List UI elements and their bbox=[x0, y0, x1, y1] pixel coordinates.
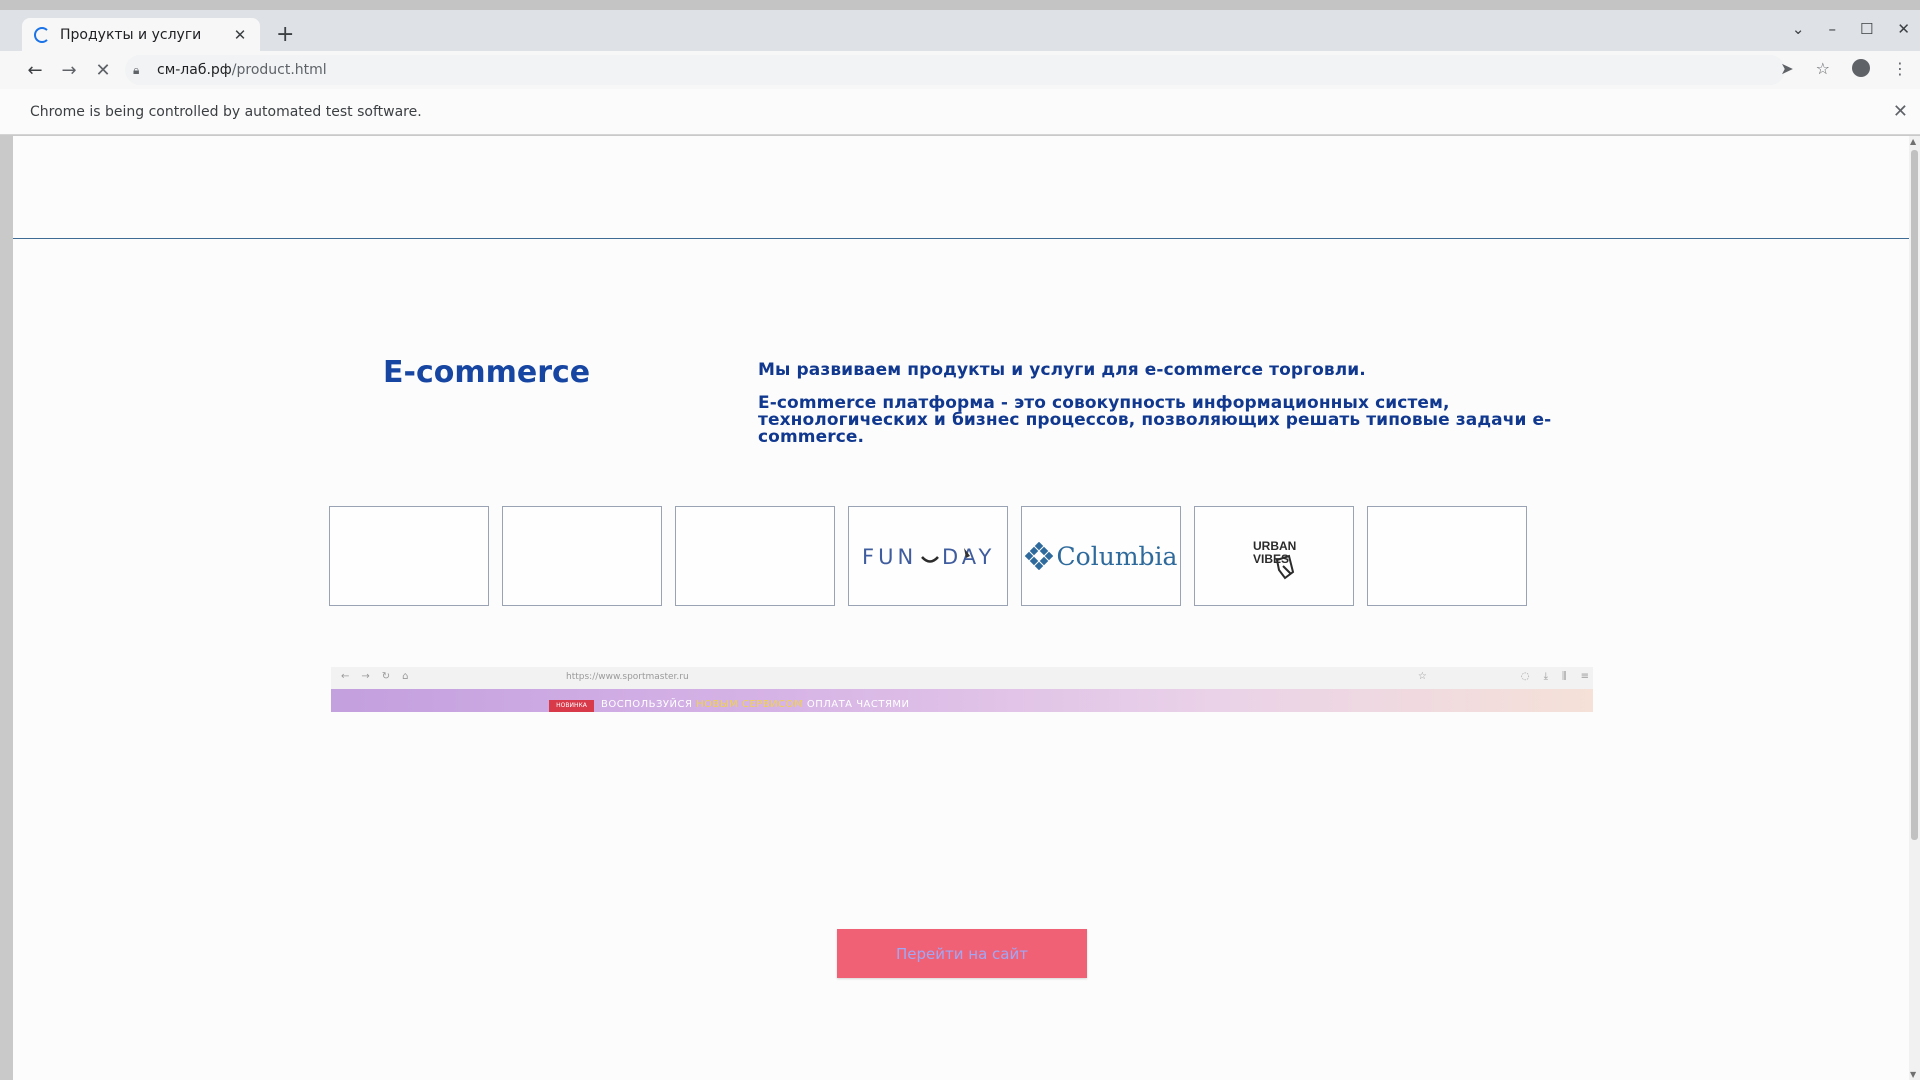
loading-spinner-icon bbox=[34, 26, 50, 43]
site-preview-screenshot: ← → ↻ ⌂ https://www.sportmaster.ru ☆ ◌ ⤓… bbox=[331, 667, 1593, 712]
banner-text-highlight: НОВЫМ СЕРВИСОМ bbox=[696, 699, 804, 710]
columbia-wordmark: Columbia bbox=[1056, 541, 1178, 571]
toolbar-actions: ➤ ☆ ⋮ bbox=[1780, 59, 1908, 78]
header-divider bbox=[13, 238, 1909, 239]
urban-vibes-logo: URBAN VIBES bbox=[1253, 539, 1296, 580]
browser-toolbar: ← → ✕ 🔒︎ см-лаб.рф/product.html ➤ ☆ ⋮ bbox=[0, 51, 1920, 89]
minimize-icon[interactable]: – bbox=[1828, 20, 1836, 38]
banner-text-part-2: ОПЛАТА ЧАСТЯМИ bbox=[803, 699, 910, 710]
close-window-icon[interactable]: ✕ bbox=[1897, 20, 1910, 38]
new-tab-icon[interactable]: + bbox=[276, 22, 294, 47]
tab-close-icon[interactable]: ✕ bbox=[230, 26, 250, 44]
preview-nav-icons: ← → ↻ ⌂ bbox=[341, 671, 409, 682]
brand-logo-urban-vibes[interactable]: URBAN VIBES bbox=[1194, 506, 1354, 606]
svg-text:DAY: DAY bbox=[942, 545, 995, 569]
columbia-logo: Columbia bbox=[1024, 541, 1178, 571]
scroll-down-icon[interactable]: ▼ bbox=[1910, 1070, 1916, 1079]
profile-avatar-icon[interactable] bbox=[1852, 59, 1870, 77]
svg-text:FUN: FUN bbox=[862, 545, 917, 569]
back-icon[interactable]: ← bbox=[18, 60, 52, 81]
svg-text:URBAN: URBAN bbox=[1253, 539, 1296, 553]
infobar-close-icon[interactable]: ✕ bbox=[1893, 101, 1908, 122]
page-scrollbar[interactable]: ▲ ▼ bbox=[1909, 136, 1920, 1080]
brand-logo-funday[interactable]: FUN DAY bbox=[848, 506, 1008, 606]
columbia-diamond-icon bbox=[1024, 542, 1053, 570]
maximize-icon[interactable]: ☐ bbox=[1860, 20, 1873, 38]
funday-logo: FUN DAY bbox=[862, 545, 995, 569]
tab-strip: Продукты и услуги ✕ + ⌄ – ☐ ✕ bbox=[0, 0, 1920, 51]
preview-reload-icon: ↻ bbox=[381, 671, 391, 682]
active-tab[interactable]: Продукты и услуги ✕ bbox=[22, 18, 260, 51]
description-line-1: Мы развиваем продукты и услуги для e-com… bbox=[758, 360, 1366, 380]
preview-promo-banner: НОВИНКА ВОСПОЛЬЗУЙСЯ НОВЫМ СЕРВИСОМ ОПЛА… bbox=[331, 689, 1593, 712]
bookmark-star-icon[interactable]: ☆ bbox=[1816, 59, 1830, 78]
brand-logo-2[interactable] bbox=[502, 506, 662, 606]
brand-logo-columbia[interactable]: Columbia bbox=[1021, 506, 1181, 606]
preview-home-icon: ⌂ bbox=[402, 671, 409, 682]
scroll-thumb[interactable] bbox=[1911, 150, 1918, 840]
preview-right-icons: ☆ ◌ ⤓ ⫼ ≡ bbox=[1418, 671, 1589, 682]
section-description: Мы развиваем продукты и услуги для e-com… bbox=[758, 362, 1598, 446]
tab-title: Продукты и услуги bbox=[60, 26, 202, 43]
brand-logo-1[interactable] bbox=[329, 506, 489, 606]
banner-text-part-1: ВОСПОЛЬЗУЙСЯ bbox=[601, 699, 697, 710]
page-viewport: E-commerce Мы развиваем продукты и услуг… bbox=[13, 136, 1909, 1080]
preview-library-icon: ⫼ bbox=[1562, 671, 1567, 682]
preview-url: https://www.sportmaster.ru bbox=[566, 672, 689, 682]
preview-browser-bar: ← → ↻ ⌂ https://www.sportmaster.ru ☆ ◌ ⤓… bbox=[331, 667, 1593, 689]
menu-kebab-icon[interactable]: ⋮ bbox=[1892, 59, 1908, 78]
send-icon[interactable]: ➤ bbox=[1780, 59, 1793, 78]
stop-loading-icon[interactable]: ✕ bbox=[86, 60, 120, 81]
preview-download-icon: ⤓ bbox=[1543, 671, 1548, 682]
preview-forward-icon: → bbox=[361, 671, 370, 682]
lock-icon[interactable]: 🔒︎ bbox=[133, 63, 147, 78]
window-controls: ⌄ – ☐ ✕ bbox=[1792, 20, 1910, 38]
banner-text: ВОСПОЛЬЗУЙСЯ НОВЫМ СЕРВИСОМ ОПЛАТА ЧАСТЯ… bbox=[601, 699, 910, 710]
url-path: /product.html bbox=[231, 62, 327, 78]
url-host: см-лаб.рф bbox=[157, 62, 232, 78]
preview-shield-icon: ◌ bbox=[1520, 671, 1530, 682]
banner-badge: НОВИНКА bbox=[549, 700, 594, 712]
tab-search-icon[interactable]: ⌄ bbox=[1792, 20, 1805, 38]
brand-logos: FUN DAY Columbia URBAN VIBES bbox=[329, 506, 1527, 606]
automation-infobar: Chrome is being controlled by automated … bbox=[0, 89, 1920, 135]
forward-icon[interactable]: → bbox=[52, 60, 86, 81]
brand-logo-3[interactable] bbox=[675, 506, 835, 606]
preview-back-icon: ← bbox=[341, 671, 350, 682]
description-line-2: E-commerce платформа - это совокупность … bbox=[758, 393, 1552, 447]
infobar-message: Chrome is being controlled by automated … bbox=[30, 103, 422, 120]
preview-menu-icon: ≡ bbox=[1580, 671, 1589, 682]
address-bar[interactable]: 🔒︎ см-лаб.рф/product.html bbox=[125, 55, 1785, 85]
visit-site-button[interactable]: Перейти на сайт bbox=[837, 929, 1087, 978]
visit-site-button-label: Перейти на сайт bbox=[896, 944, 1028, 963]
preview-star-icon: ☆ bbox=[1417, 671, 1427, 682]
brand-logo-7[interactable] bbox=[1367, 506, 1527, 606]
section-title: E-commerce bbox=[383, 355, 591, 390]
scroll-up-icon[interactable]: ▲ bbox=[1910, 137, 1916, 146]
url-text[interactable]: см-лаб.рф/product.html bbox=[157, 62, 327, 78]
svg-text:VIBES: VIBES bbox=[1253, 552, 1289, 566]
